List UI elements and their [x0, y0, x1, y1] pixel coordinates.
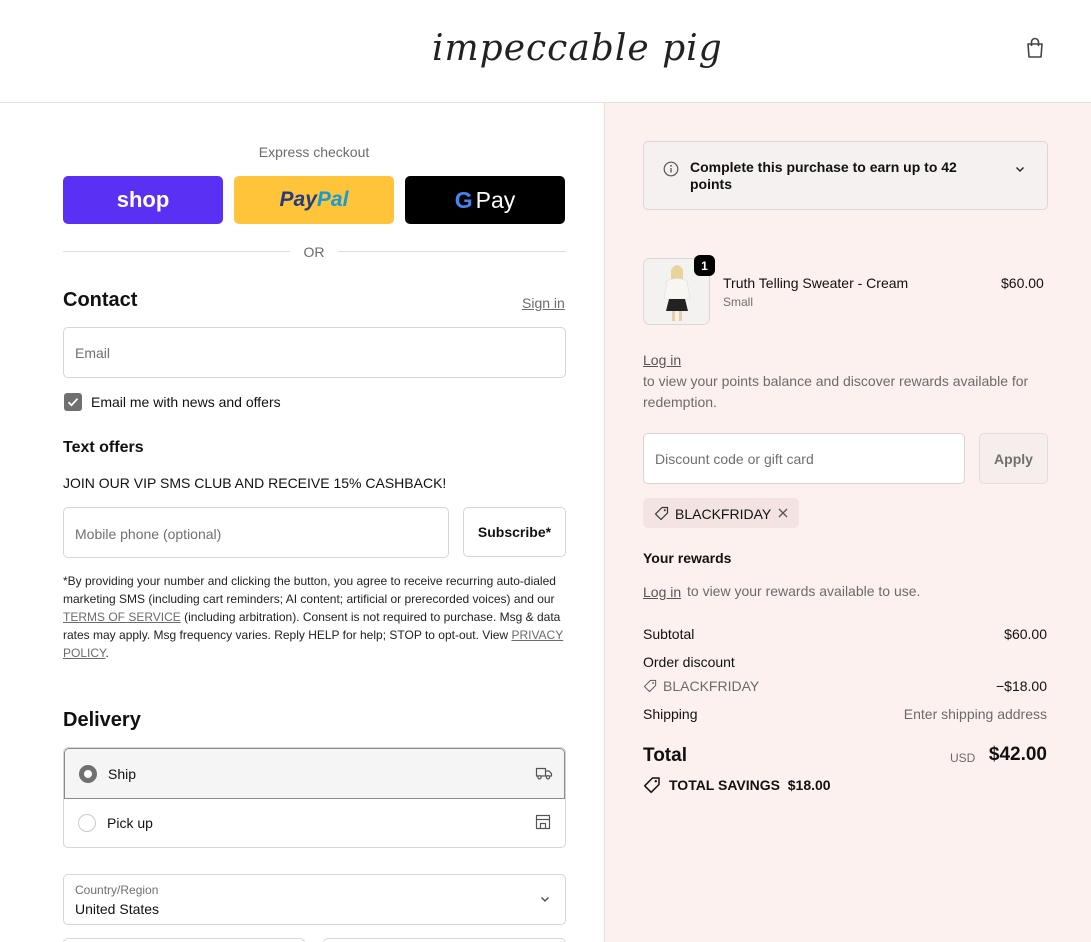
subscribe-button[interactable]: Subscribe*: [463, 507, 566, 557]
country-region-value: United States: [75, 901, 160, 917]
store-logo[interactable]: impeccable pig: [430, 18, 722, 82]
news-checkbox[interactable]: [64, 393, 82, 411]
savings-tag-icon: [643, 777, 660, 794]
total-savings-label: TOTAL SAVINGS: [669, 777, 780, 793]
product-variant: Small: [723, 295, 754, 309]
tag-icon: [643, 679, 657, 693]
divider-left: [63, 251, 290, 252]
subtotal-label: Subtotal: [643, 626, 695, 642]
divider-right: [338, 251, 566, 252]
checkout-form: Express checkout shop Pay Pal G Pay OR Con…: [0, 103, 604, 942]
store-logo-text: impeccable pig: [432, 28, 723, 69]
points-banner-text: Complete this purchase to earn up to 42 …: [690, 159, 957, 192]
remove-discount-icon[interactable]: [777, 507, 789, 519]
points-login-text: to view your points balance and discover…: [643, 373, 1029, 410]
applied-discount-code: BLACKFRIDAY: [675, 506, 772, 522]
order-discount-code: BLACKFRIDAY: [663, 678, 760, 694]
google-g-icon: G: [454, 186, 473, 213]
info-icon: [663, 161, 679, 177]
sms-promo-text: JOIN OUR VIP SMS CLUB AND RECEIVE 15% CA…: [63, 475, 447, 491]
sms-fineprint: *By providing your number and clicking t…: [63, 572, 568, 662]
points-banner[interactable]: Complete this purchase to earn up to 42 …: [643, 141, 1048, 210]
check-icon: [67, 398, 79, 407]
or-divider-label: OR: [303, 244, 325, 260]
google-pay-label: Pay: [475, 186, 516, 213]
currency-code: USD: [950, 751, 976, 765]
apply-discount-button[interactable]: Apply: [979, 433, 1048, 484]
tag-icon: [654, 506, 669, 521]
paypal-button[interactable]: Pay Pal: [234, 176, 394, 224]
terms-of-service-link[interactable]: TERMS OF SERVICE: [63, 610, 181, 624]
discount-code-placeholder: Discount code or gift card: [655, 451, 814, 467]
contact-heading: Contact: [63, 289, 138, 311]
pickup-radio[interactable]: [78, 814, 96, 832]
fineprint-part3: .: [105, 646, 109, 660]
quantity-badge: 1: [694, 255, 715, 276]
order-discount-label: Order discount: [643, 654, 735, 670]
email-field[interactable]: Email: [63, 327, 566, 378]
your-rewards-heading: Your rewards: [643, 550, 732, 566]
site-header: impeccable pig: [0, 0, 1091, 103]
delivery-method-group: Ship Pick up: [63, 747, 566, 848]
email-placeholder: Email: [75, 345, 111, 361]
truck-icon: [535, 767, 553, 780]
delivery-heading: Delivery: [63, 709, 141, 731]
google-pay-button[interactable]: G Pay: [405, 176, 565, 224]
paypal-label-part1: Pay: [279, 188, 317, 211]
ship-radio[interactable]: [79, 765, 97, 783]
rewards-login-text: to view your rewards available to use.: [687, 583, 921, 599]
mobile-phone-placeholder: Mobile phone (optional): [75, 526, 222, 542]
country-region-label: Country/Region: [75, 883, 159, 897]
shipping-value: Enter shipping address: [903, 706, 1047, 722]
paypal-label-part2: Pal: [316, 188, 349, 211]
sign-in-link[interactable]: Sign in: [522, 295, 565, 311]
subtotal-value: $60.00: [1004, 626, 1047, 642]
chevron-down-icon: [1016, 167, 1024, 172]
chevron-down-icon: [541, 897, 549, 902]
shop-pay-button[interactable]: shop: [63, 176, 223, 224]
ship-label: Ship: [108, 766, 137, 782]
shopping-bag-icon[interactable]: [1022, 35, 1048, 61]
text-offers-heading: Text offers: [63, 439, 144, 456]
country-region-select[interactable]: Country/Region United States: [63, 874, 566, 925]
total-label: Total: [643, 745, 687, 766]
total-savings-value: $18.00: [787, 777, 831, 793]
store-icon: [535, 814, 551, 830]
mobile-phone-field[interactable]: Mobile phone (optional): [63, 507, 449, 558]
fineprint-part1: *By providing your number and clicking t…: [63, 574, 556, 606]
rewards-login-link[interactable]: Log in: [643, 584, 681, 600]
delivery-option-pickup[interactable]: Pick up: [64, 799, 565, 847]
delivery-option-ship[interactable]: Ship: [64, 748, 565, 799]
first-name-field[interactable]: [63, 938, 305, 942]
last-name-field[interactable]: [323, 938, 566, 942]
express-checkout-title: Express checkout: [258, 144, 370, 160]
order-discount-value: −$18.00: [996, 678, 1047, 694]
shipping-label: Shipping: [643, 706, 698, 722]
pickup-label: Pick up: [107, 815, 153, 831]
points-login-link[interactable]: Log in: [643, 352, 681, 368]
product-price: $60.00: [1001, 275, 1044, 291]
product-name: Truth Telling Sweater - Cream: [723, 275, 909, 291]
applied-discount-tag: BLACKFRIDAY: [643, 498, 799, 528]
news-checkbox-label: Email me with news and offers: [91, 394, 281, 410]
discount-code-field[interactable]: Discount code or gift card: [643, 433, 965, 484]
total-savings: TOTAL SAVINGS $18.00: [669, 777, 831, 793]
order-summary: Complete this purchase to earn up to 42 …: [604, 103, 1091, 942]
shop-pay-label: shop: [116, 187, 170, 212]
total-value: $42.00: [988, 744, 1047, 765]
